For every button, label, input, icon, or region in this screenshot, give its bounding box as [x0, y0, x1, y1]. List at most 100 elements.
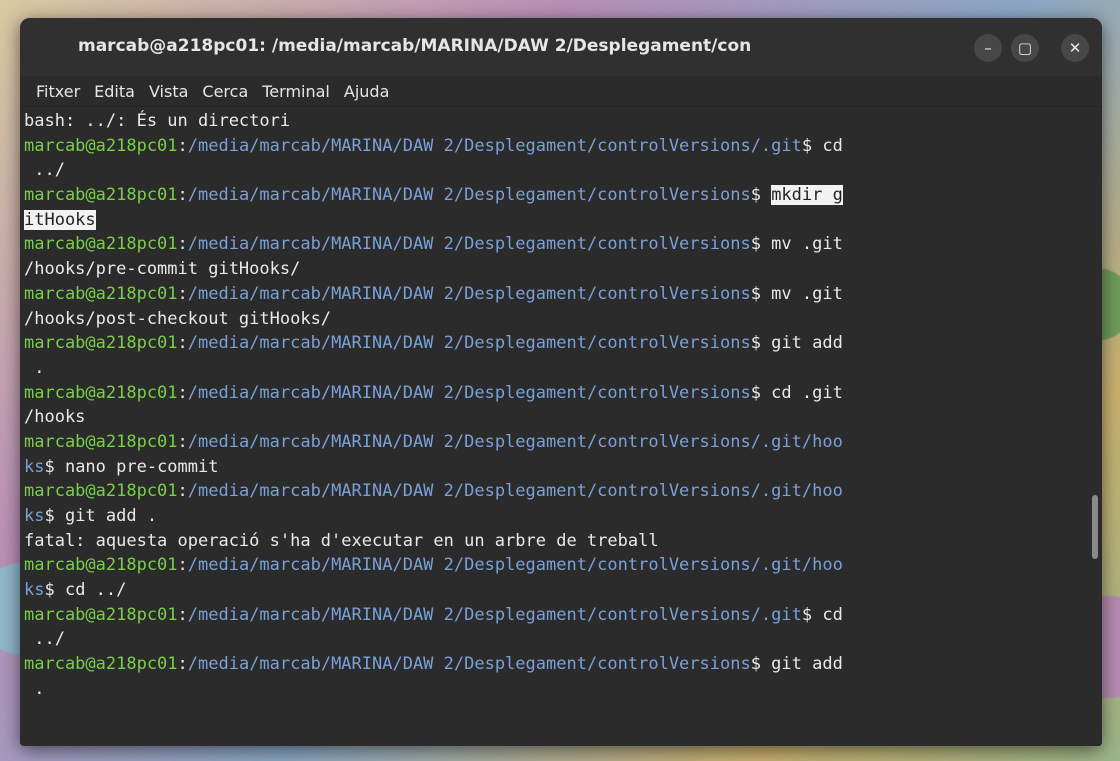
prompt-path: /media/marcab/MARINA/DAW 2/Desplegament/… — [187, 654, 751, 675]
prompt-user: marcab@a218pc01 — [24, 382, 178, 403]
line-text: fatal: aquesta operació s'ha d'executar … — [24, 530, 659, 551]
terminal-line: /hooks/post-checkout gitHooks/ — [24, 307, 1102, 332]
line-text: $ cd ../ — [44, 580, 127, 601]
line-text: : — [177, 382, 188, 403]
prompt-path: ks — [24, 580, 45, 601]
menu-terminal[interactable]: Terminal — [256, 82, 336, 101]
terminal-line: marcab@a218pc01:/media/marcab/MARINA/DAW… — [24, 603, 1102, 628]
line-text: : — [177, 431, 188, 452]
line-text: $ git add . — [44, 506, 158, 526]
line-text: $ mv .git — [750, 234, 843, 255]
terminal-line: bash: ../: És un directori — [24, 109, 1102, 134]
line-text: . — [24, 678, 45, 699]
prompt-user: marcab@a218pc01 — [24, 431, 178, 452]
menu-cerca[interactable]: Cerca — [196, 82, 254, 101]
line-text: /hooks — [24, 407, 86, 428]
close-button[interactable]: ✕ — [1061, 34, 1089, 62]
menu-vista[interactable]: Vista — [143, 82, 194, 101]
line-text: : — [177, 135, 188, 156]
prompt-user: marcab@a218pc01 — [24, 185, 178, 206]
prompt-path: /media/marcab/MARINA/DAW 2/Desplegament/… — [187, 283, 751, 304]
line-text: $ cd .git — [750, 382, 843, 403]
line-text: bash: ../: És un directori — [24, 111, 291, 131]
terminal-output[interactable]: bash: ../: És un directori marcab@a218pc0… — [20, 107, 1102, 746]
line-text: : — [177, 555, 188, 576]
terminal-line: fatal: aquesta operació s'ha d'executar … — [24, 529, 1102, 554]
maximize-icon: ▢ — [1017, 39, 1033, 57]
selected-text: mkdir g — [771, 185, 843, 206]
prompt-path: /media/marcab/MARINA/DAW 2/Desplegament/… — [187, 382, 751, 403]
line-text: $ mv .git — [750, 283, 843, 304]
line-text: $ — [750, 185, 772, 206]
line-text: $ cd — [801, 135, 843, 156]
line-text: : — [177, 283, 188, 304]
scrollbar-thumb[interactable] — [1092, 495, 1098, 559]
terminal-line: . — [24, 677, 1102, 702]
line-text: : — [177, 481, 188, 502]
prompt-path: ks — [24, 456, 45, 477]
terminal-line: marcab@a218pc01:/media/marcab/MARINA/DAW… — [24, 430, 1102, 455]
prompt-path: /media/marcab/MARINA/DAW 2/Desplegament/… — [187, 185, 751, 206]
terminal-line: marcab@a218pc01:/media/marcab/MARINA/DAW… — [24, 134, 1102, 159]
terminal-line: ks$ nano pre-commit — [24, 455, 1102, 480]
prompt-path: ks — [24, 506, 45, 526]
prompt-path: /media/marcab/MARINA/DAW 2/Desplegament/… — [187, 481, 843, 502]
title-bar[interactable]: marcab@a218pc01: /media/marcab/MARINA/DA… — [20, 18, 1102, 76]
prompt-user: marcab@a218pc01 — [24, 234, 178, 255]
terminal-line: marcab@a218pc01:/media/marcab/MARINA/DAW… — [24, 282, 1102, 307]
prompt-user: marcab@a218pc01 — [24, 555, 178, 576]
terminal-line: marcab@a218pc01:/media/marcab/MARINA/DAW… — [24, 479, 1102, 504]
menu-bar: Fitxer Edita Vista Cerca Terminal Ajuda — [20, 76, 1102, 107]
terminal-line: marcab@a218pc01:/media/marcab/MARINA/DAW… — [24, 652, 1102, 677]
terminal-line: marcab@a218pc01:/media/marcab/MARINA/DAW… — [24, 183, 1102, 208]
prompt-path: /media/marcab/MARINA/DAW 2/Desplegament/… — [187, 604, 802, 625]
terminal-line: ../ — [24, 627, 1102, 652]
terminal-line: marcab@a218pc01:/media/marcab/MARINA/DAW… — [24, 331, 1102, 356]
terminal-line: ks$ cd ../ — [24, 578, 1102, 603]
prompt-user: marcab@a218pc01 — [24, 283, 178, 304]
prompt-path: /media/marcab/MARINA/DAW 2/Desplegament/… — [187, 555, 843, 576]
minimize-icon: – — [984, 39, 992, 57]
close-icon: ✕ — [1068, 39, 1082, 57]
line-text: ../ — [24, 629, 65, 650]
prompt-path: /media/marcab/MARINA/DAW 2/Desplegament/… — [187, 135, 802, 156]
prompt-path: /media/marcab/MARINA/DAW 2/Desplegament/… — [187, 333, 751, 354]
prompt-user: marcab@a218pc01 — [24, 135, 178, 156]
terminal-line: /hooks — [24, 405, 1102, 430]
terminal-line: /hooks/pre-commit gitHooks/ — [24, 257, 1102, 282]
terminal-line: ../ — [24, 158, 1102, 183]
line-text: $ nano pre-commit — [44, 456, 219, 477]
terminal-line: marcab@a218pc01:/media/marcab/MARINA/DAW… — [24, 553, 1102, 578]
line-text: : — [177, 185, 188, 206]
line-text: : — [177, 654, 188, 675]
terminal-line: . — [24, 356, 1102, 381]
menu-edita[interactable]: Edita — [88, 82, 141, 101]
line-text: $ cd — [801, 604, 843, 625]
line-text: : — [177, 333, 188, 354]
line-text: : — [177, 604, 188, 625]
prompt-path: /media/marcab/MARINA/DAW 2/Desplegament/… — [187, 431, 843, 452]
terminal-line: marcab@a218pc01:/media/marcab/MARINA/DAW… — [24, 232, 1102, 257]
terminal-line: itHooks — [24, 208, 1102, 233]
menu-fitxer[interactable]: Fitxer — [30, 82, 86, 101]
title-fade — [780, 34, 960, 60]
prompt-path: /media/marcab/MARINA/DAW 2/Desplegament/… — [187, 234, 751, 255]
terminal-line: marcab@a218pc01:/media/marcab/MARINA/DAW… — [24, 381, 1102, 406]
prompt-user: marcab@a218pc01 — [24, 333, 178, 354]
line-text: $ git add — [750, 333, 843, 354]
minimize-button[interactable]: – — [974, 34, 1002, 62]
prompt-user: marcab@a218pc01 — [24, 654, 178, 675]
selected-text: itHooks — [24, 209, 96, 230]
line-text: $ git add — [750, 654, 843, 675]
line-text: : — [177, 234, 188, 255]
terminal-line: ks$ git add . — [24, 504, 1102, 529]
line-text: ../ — [24, 160, 65, 181]
maximize-button[interactable]: ▢ — [1011, 34, 1039, 62]
line-text: /hooks/post-checkout gitHooks/ — [24, 308, 332, 329]
line-text: . — [24, 357, 45, 378]
prompt-user: marcab@a218pc01 — [24, 481, 178, 502]
prompt-user: marcab@a218pc01 — [24, 604, 178, 625]
line-text: /hooks/pre-commit gitHooks/ — [24, 259, 301, 280]
terminal-window: marcab@a218pc01: /media/marcab/MARINA/DA… — [20, 18, 1102, 746]
menu-ajuda[interactable]: Ajuda — [338, 82, 396, 101]
